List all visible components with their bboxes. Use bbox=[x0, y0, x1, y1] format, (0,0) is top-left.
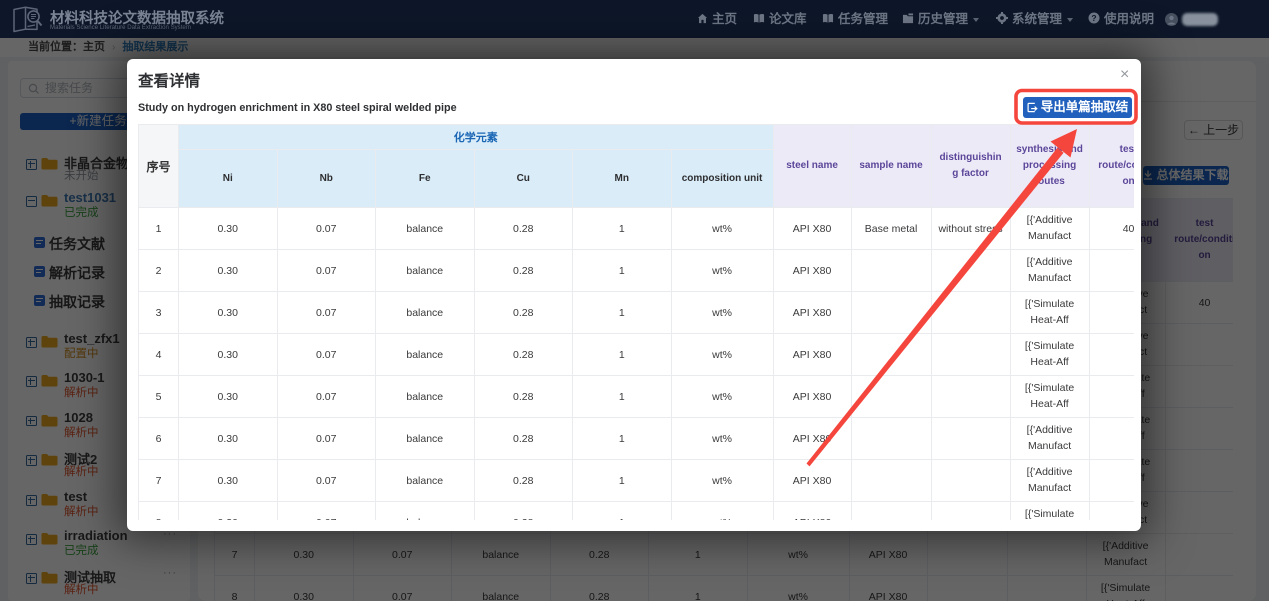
svg-text:?: ? bbox=[1091, 13, 1096, 23]
